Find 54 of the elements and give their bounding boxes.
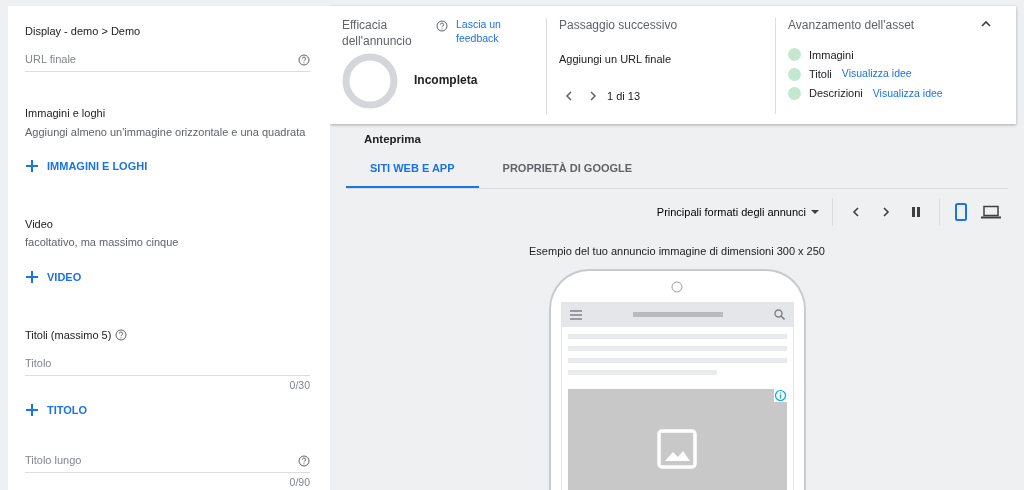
menu-icon	[569, 309, 582, 320]
plus-icon	[25, 159, 39, 174]
section-hint: facoltativo, ma massimo cinque	[25, 235, 180, 250]
section-heading: Titoli (massimo 5)	[25, 328, 112, 343]
plus-icon	[25, 269, 39, 284]
status-dot	[788, 86, 801, 100]
plus-icon	[25, 403, 39, 418]
text-field[interactable]: Titolo lungo	[25, 447, 310, 474]
add-button[interactable]: TITOLO	[25, 403, 88, 418]
preview-tab[interactable]: SITI WEB E APP	[346, 150, 479, 189]
help-icon[interactable]	[115, 329, 128, 342]
text-field[interactable]: Titolo	[25, 350, 310, 377]
phone-icon	[955, 203, 967, 222]
section-hint: Aggiungi almeno un'immagine orizzontale e una quadrata	[25, 124, 307, 139]
laptop-icon	[981, 205, 1001, 220]
preview-tab[interactable]: PROPRIETÀ DI GOOGLE	[478, 150, 657, 189]
card-title: Avanzamento dell'asset	[788, 18, 915, 34]
text-field[interactable]: URL finale	[25, 46, 310, 73]
add-button[interactable]: IMMAGINI E LOGHI	[25, 158, 148, 174]
pager-text: 1 di 13	[607, 88, 641, 104]
section-title: Anteprima	[364, 132, 422, 147]
preview-caption: Esempio del tuo annuncio immagine di dimensioni 300 x 250	[529, 245, 825, 258]
camera-icon	[671, 280, 683, 293]
status-dot	[788, 67, 801, 81]
character-counter: 0/30	[289, 379, 310, 392]
asset-name: Immagini	[809, 47, 854, 62]
status-dot	[788, 48, 801, 62]
character-counter: 0/90	[289, 476, 310, 489]
asset-name: Titoli	[809, 66, 832, 82]
section-heading: Video	[25, 217, 53, 232]
chevron-left-icon	[850, 206, 862, 219]
ideas-link[interactable]: Visualizza idee	[872, 86, 943, 101]
breadcrumb-text: Display - demo > Demo	[25, 24, 142, 39]
help-icon[interactable]	[298, 54, 310, 67]
feedback-link[interactable]: Lascia un feedback	[456, 18, 516, 46]
ideas-link[interactable]: Visualizza idee	[841, 67, 912, 81]
help-icon[interactable]	[436, 20, 448, 32]
chevron-right-icon	[880, 206, 892, 219]
asset-name: Descrizioni	[809, 86, 863, 101]
chevron-left-icon	[563, 89, 575, 102]
strength-gauge	[342, 53, 398, 110]
search-icon	[773, 309, 785, 321]
next-step-text: Aggiungi un URL finale	[559, 51, 673, 66]
help-icon[interactable]	[298, 455, 310, 468]
pause-icon	[910, 206, 922, 219]
info-icon[interactable]	[773, 388, 787, 402]
strength-status: Incompleta	[414, 73, 478, 89]
image-icon	[657, 428, 697, 469]
section-heading: Immagini e loghi	[25, 106, 106, 121]
format-dropdown[interactable]: Principali formati degli annunci	[652, 201, 824, 224]
chevron-right-icon	[587, 89, 599, 102]
card-title: Efficacia dell'annuncio	[342, 18, 413, 50]
card-title: Passaggio successivo	[559, 18, 679, 34]
add-button[interactable]: VIDEO	[25, 269, 82, 285]
